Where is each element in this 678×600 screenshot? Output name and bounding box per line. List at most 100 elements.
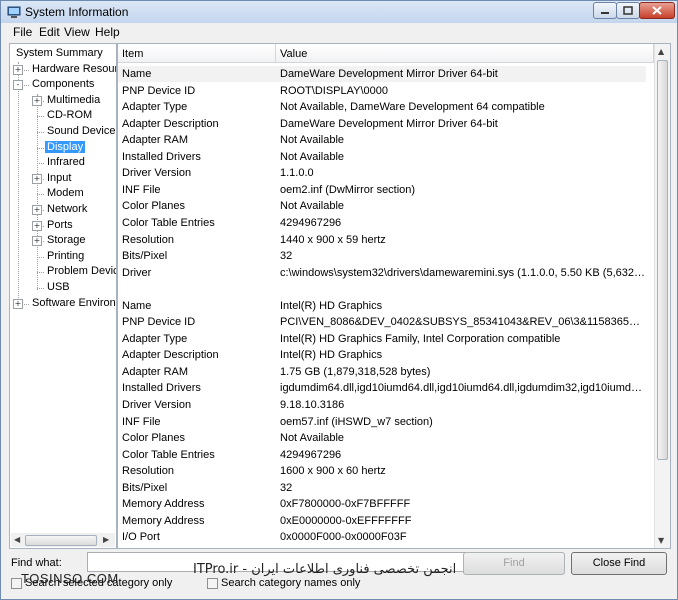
expand-plus-icon[interactable]: +: [32, 205, 42, 215]
item-cell: Installed Drivers: [122, 150, 201, 163]
category-tree[interactable]: ◀ ▶ System Summary Hardware Resources + Com…: [9, 43, 117, 549]
expand-plus-icon[interactable]: +: [32, 220, 42, 231]
list-vertical-scrollbar[interactable]: ▲ ▼: [654, 44, 670, 548]
table-row[interactable]: Adapter RAM 1.75 GB (1,879,318,528 bytes): [118, 364, 646, 380]
tree-item-usb[interactable]: USB: [45, 280, 72, 295]
value-cell: ROOT\DISPLAY\0000: [280, 84, 389, 97]
tree-item-system-summary[interactable]: System Summary: [14, 46, 105, 61]
table-row[interactable]: Adapter Type Not Available, DameWare Deve…: [118, 99, 646, 115]
scroll-right-arrow-icon[interactable]: ▶: [103, 535, 109, 544]
table-row[interactable]: Resolution 1440 x 900 x 59 hertz: [118, 232, 646, 248]
column-header-item[interactable]: Item: [118, 44, 276, 63]
minimize-button[interactable]: [593, 2, 617, 19]
window-title: System Information: [25, 5, 129, 19]
search-category-names-checkbox[interactable]: [207, 578, 218, 589]
menu-edit[interactable]: Edit: [39, 25, 60, 39]
table-row[interactable]: Adapter Description Intel(R) HD Graphics: [118, 347, 646, 363]
table-row[interactable]: Adapter Type Intel(R) HD Graphics Family,…: [118, 331, 646, 347]
scroll-down-arrow-icon[interactable]: ▼: [658, 536, 664, 545]
tree-scroll-thumb[interactable]: [25, 535, 97, 546]
table-row[interactable]: PNP Device ID ROOT\DISPLAY\0000: [118, 83, 646, 99]
table-row[interactable]: Adapter RAM Not Available: [118, 132, 646, 148]
expand-plus-icon[interactable]: +: [13, 298, 23, 309]
title-bar[interactable]: System Information: [1, 1, 677, 23]
scroll-up-arrow-icon[interactable]: ▲: [658, 47, 664, 56]
table-row[interactable]: Color Planes Not Available: [118, 430, 646, 446]
value-cell: 1600 x 900 x 60 hertz: [280, 465, 386, 478]
tree-item-printing[interactable]: Printing: [45, 249, 86, 264]
table-row[interactable]: Color Planes Not Available: [118, 198, 646, 214]
close-button[interactable]: [639, 2, 675, 19]
tree-item-multimedia[interactable]: Multimedia: [45, 93, 102, 108]
item-cell: INF File: [122, 415, 161, 428]
table-row[interactable]: Name DameWare Development Mirror Driver 6…: [118, 66, 646, 82]
minimize-icon: [601, 12, 609, 14]
table-row[interactable]: Color Table Entries 4294967296: [118, 215, 646, 231]
expand-plus-icon[interactable]: +: [13, 64, 23, 75]
tree-item-modem[interactable]: Modem: [45, 186, 86, 201]
tree-item-storage[interactable]: Storage: [45, 233, 88, 248]
table-row[interactable]: INF File oem57.inf (iHSWD_w7 section): [118, 414, 646, 430]
tree-item-components[interactable]: Components: [30, 77, 96, 92]
table-row[interactable]: Color Table Entries 4294967296: [118, 447, 646, 463]
value-cell: Not Available: [280, 150, 345, 163]
expand-plus-icon[interactable]: +: [32, 236, 42, 247]
tree-guide-line: [37, 272, 44, 274]
close-find-button[interactable]: Close Find: [571, 552, 667, 575]
table-row[interactable]: Resolution 1600 x 900 x 60 hertz: [118, 463, 646, 479]
value-cell: Intel(R) HD Graphics Family, Intel Corpo…: [280, 332, 561, 345]
tree-item-hardware-resources[interactable]: Hardware Resources: [30, 62, 116, 77]
tree-item-network[interactable]: Network: [45, 202, 89, 217]
tree-item-input[interactable]: Input: [45, 171, 73, 186]
expand-plus-icon[interactable]: +: [32, 95, 42, 106]
table-row[interactable]: PNP Device ID PCI\VEN_8086&DEV_0402&SUBSY…: [118, 314, 646, 330]
details-list[interactable]: Item Value Name DameWare Development Mirr…: [117, 43, 671, 549]
value-cell: 4294967296: [280, 448, 342, 461]
table-row[interactable]: Driver Version 1.1.0.0: [118, 165, 646, 181]
table-row[interactable]: Adapter Description DameWare Development …: [118, 116, 646, 132]
item-cell: Adapter RAM: [122, 134, 189, 147]
item-cell: PNP Device ID: [122, 316, 196, 329]
value-cell: 0x0000F000-0x0000F03F: [280, 531, 407, 544]
find-what-label: Find what:: [11, 557, 62, 569]
menu-help[interactable]: Help: [95, 25, 120, 39]
table-row[interactable]: Memory Address 0xF7800000-0xF7BFFFFF: [118, 496, 646, 512]
tree-item-display[interactable]: Display: [45, 140, 86, 155]
find-button[interactable]: Find: [463, 552, 565, 575]
value-cell: Not Available: [280, 134, 345, 147]
item-cell: Adapter Type: [122, 101, 188, 114]
item-cell: Color Table Entries: [122, 448, 215, 461]
tree-item-software-environment[interactable]: Software Environment: [30, 296, 116, 311]
tree-item-label: Hardware Resources: [32, 62, 116, 75]
table-row[interactable]: Driver Version 9.18.10.3186: [118, 397, 646, 413]
table-row[interactable]: Bits/Pixel 32: [118, 480, 646, 496]
tree-horizontal-scrollbar[interactable]: ◀ ▶: [11, 533, 115, 547]
table-row[interactable]: Driver c:\windows\system32\drivers\damewa…: [118, 265, 646, 281]
table-row[interactable]: I/O Port 0x0000F000-0x0000F03F: [118, 529, 646, 545]
system-information-window: System Information File Edit View Help ◀…: [0, 0, 678, 600]
table-row[interactable]: Installed Drivers igdumdim64.dll,igd10ium…: [118, 380, 646, 396]
table-row[interactable]: [118, 281, 646, 297]
value-cell: oem57.inf (iHSWD_w7 section): [280, 415, 433, 428]
list-scroll-thumb[interactable]: [657, 60, 668, 460]
table-row[interactable]: Memory Address 0xE0000000-0xEFFFFFFF: [118, 513, 646, 529]
tree-item-infrared[interactable]: Infrared: [45, 155, 87, 170]
collapse-minus-icon[interactable]: -: [13, 80, 23, 91]
tree-item-sound-device[interactable]: Sound Device: [45, 124, 116, 139]
column-header-value[interactable]: Value: [276, 44, 654, 63]
table-row[interactable]: Bits/Pixel 32: [118, 248, 646, 264]
tree-item-label: Infrared: [47, 156, 85, 169]
tree-item-problem-devices[interactable]: Problem Devices: [45, 264, 116, 279]
maximize-button[interactable]: [616, 2, 640, 19]
scroll-left-arrow-icon[interactable]: ◀: [14, 535, 20, 544]
item-cell: Resolution: [122, 465, 174, 478]
expand-plus-icon[interactable]: +: [32, 173, 42, 184]
menu-view[interactable]: View: [64, 25, 90, 39]
table-row[interactable]: INF File oem2.inf (DwMirror section): [118, 182, 646, 198]
table-row[interactable]: Installed Drivers Not Available: [118, 149, 646, 165]
tree-guide-line: [37, 132, 44, 133]
menu-file[interactable]: File: [13, 25, 32, 39]
tree-item-ports[interactable]: Ports: [45, 218, 75, 233]
tree-item-cd-rom[interactable]: CD-ROM: [45, 108, 94, 123]
table-row[interactable]: Name Intel(R) HD Graphics: [118, 298, 646, 314]
